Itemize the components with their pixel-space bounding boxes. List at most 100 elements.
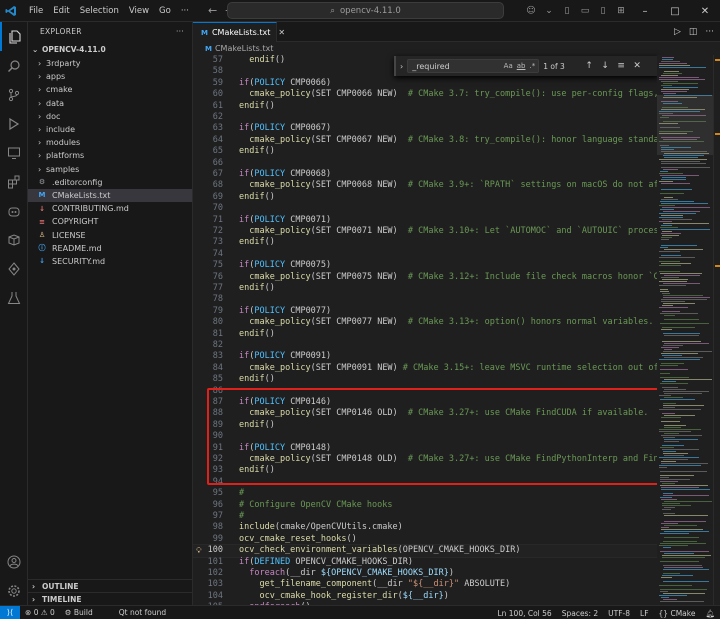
minimize-icon[interactable]: –	[630, 6, 660, 17]
code-line[interactable]: 71 if(POLICY CMP0071)	[193, 215, 657, 226]
lightbulb-icon[interactable]: 💡︎	[196, 545, 202, 556]
tree-folder[interactable]: › apps	[28, 70, 192, 83]
code-line[interactable]: 82	[193, 340, 657, 351]
menu-edit[interactable]: Edit	[48, 0, 74, 22]
minimap[interactable]	[657, 55, 713, 605]
code-line[interactable]: 66	[193, 158, 657, 169]
notifications-bell-icon[interactable]: 🔔︎	[700, 609, 720, 618]
tree-file[interactable]: ↓ SECURITY.md	[28, 255, 192, 268]
next-match-icon[interactable]: ↓	[599, 61, 611, 71]
customize-layout-icon[interactable]: ⊞	[612, 6, 630, 16]
code-line[interactable]: 101 if(DEFINED OPENCV_CMAKE_HOOKS_DIR)	[193, 557, 657, 568]
remote-explorer-icon[interactable]	[0, 138, 28, 167]
encoding[interactable]: UTF-8	[603, 609, 635, 618]
code-line[interactable]: 62	[193, 112, 657, 123]
match-case-toggle[interactable]: Aa	[504, 62, 513, 70]
code-line[interactable]: 69 endif()	[193, 192, 657, 203]
tree-file[interactable]: ↓ CONTRIBUTING.md	[28, 202, 192, 215]
code-line[interactable]: 97 #	[193, 511, 657, 522]
close-find-icon[interactable]: ✕	[631, 61, 643, 71]
code-line[interactable]: 72 cmake_policy(SET CMP0071 NEW) # CMake…	[193, 226, 657, 237]
toggle-sidebar-icon[interactable]: ▯	[558, 6, 576, 16]
previous-match-icon[interactable]: ↑	[583, 61, 595, 71]
tree-folder[interactable]: › include	[28, 123, 192, 136]
code-line[interactable]: 78	[193, 294, 657, 305]
code-line[interactable]: 67 if(POLICY CMP0068)	[193, 169, 657, 180]
close-tab-icon[interactable]: ✕	[278, 28, 285, 37]
command-center-search[interactable]: ⌕ opencv-4.11.0	[227, 2, 504, 19]
timeline-section[interactable]: › TIMELINE	[28, 592, 193, 605]
code-line[interactable]: 70	[193, 203, 657, 214]
copilot-chat-icon[interactable]	[0, 196, 28, 225]
source-control-icon[interactable]	[0, 80, 28, 109]
code-line[interactable]: 80 cmake_policy(SET CMP0077 NEW) # CMake…	[193, 317, 657, 328]
tab-cmakelists[interactable]: M CMakeLists.txt ✕	[193, 22, 285, 42]
code-line[interactable]: 85 endif()	[193, 374, 657, 385]
git-lens-icon[interactable]	[0, 254, 28, 283]
menu-selection[interactable]: Selection	[75, 0, 124, 22]
containers-icon[interactable]	[0, 225, 28, 254]
run-debug-icon[interactable]	[0, 109, 28, 138]
menu-file[interactable]: File	[24, 0, 48, 22]
code-line[interactable]: 84 cmake_policy(SET CMP0091 NEW) # CMake…	[193, 363, 657, 374]
vertical-scrollbar[interactable]	[713, 55, 720, 605]
tree-file[interactable]: ⓘ README.md	[28, 242, 192, 255]
split-editor-icon[interactable]: ◫	[689, 27, 698, 37]
tree-folder[interactable]: › cmake	[28, 83, 192, 96]
code-line[interactable]: 76 cmake_policy(SET CMP0075 NEW) # CMake…	[193, 272, 657, 283]
code-line[interactable]: 103 get_filename_component(__dir "${__di…	[193, 579, 657, 590]
maximize-icon[interactable]: □	[660, 6, 690, 17]
regex-toggle[interactable]: .*	[529, 62, 535, 70]
find-in-selection-icon[interactable]: ≡	[615, 61, 627, 71]
copilot-dropdown-icon[interactable]: ⌄	[540, 6, 558, 16]
cursor-position[interactable]: Ln 100, Col 56	[492, 609, 556, 618]
minimap-viewport[interactable]	[657, 95, 713, 155]
tree-file[interactable]: M CMakeLists.txt	[28, 188, 192, 203]
code-line[interactable]: 59 if(POLICY CMP0066)	[193, 78, 657, 89]
qt-status[interactable]: Qt not found	[114, 608, 171, 617]
explorer-more-icon[interactable]: ···	[176, 27, 184, 36]
back-arrow-icon[interactable]: ←	[208, 4, 217, 17]
whole-word-toggle[interactable]: ab	[517, 62, 526, 70]
code-line[interactable]: 95 #	[193, 488, 657, 499]
code-line[interactable]: 65 endif()	[193, 146, 657, 157]
outline-section[interactable]: › OUTLINE	[28, 579, 193, 592]
code-line[interactable]: 104 ocv_cmake_hook_register_dir(${__dir}…	[193, 591, 657, 602]
editor-more-icon[interactable]: ···	[705, 27, 714, 37]
language-mode[interactable]: {} CMake	[654, 609, 701, 618]
code-line[interactable]: 77 endif()	[193, 283, 657, 294]
code-line[interactable]: 75 if(POLICY CMP0075)	[193, 260, 657, 271]
toggle-panel-icon[interactable]: ▭	[576, 6, 594, 16]
breadcrumb-file[interactable]: CMakeLists.txt	[215, 44, 273, 53]
code-line[interactable]: 100 💡︎ ocv_check_environment_variables(OPE…	[193, 544, 657, 558]
code-line[interactable]: 64 cmake_policy(SET CMP0067 NEW) # CMake…	[193, 135, 657, 146]
code-line[interactable]: 61 endif()	[193, 101, 657, 112]
close-window-icon[interactable]: ✕	[690, 6, 720, 17]
build-button[interactable]: ⚙ Build	[60, 608, 98, 617]
copilot-icon[interactable]: ☺	[522, 6, 540, 16]
explorer-icon[interactable]	[0, 22, 28, 51]
testing-icon[interactable]	[0, 283, 28, 312]
code-line[interactable]: 98 include(cmake/OpenCVUtils.cmake)	[193, 522, 657, 533]
code-line[interactable]: 81 endif()	[193, 329, 657, 340]
tree-folder[interactable]: › modules	[28, 136, 192, 149]
code-line[interactable]: 74	[193, 249, 657, 260]
run-icon[interactable]: ▷	[674, 27, 681, 37]
toggle-replace-icon[interactable]: ›	[400, 62, 403, 71]
tree-file[interactable]: ≡ COPYRIGHT	[28, 215, 192, 228]
code-editor[interactable]: 57 endif() 58 59 if(POLICY CMP0066) 60 cmake…	[193, 55, 657, 605]
find-input[interactable]: _required Aa ab .*	[407, 59, 540, 73]
workspace-root[interactable]: ⌄ OPENCV-4.11.0	[28, 41, 192, 57]
tree-folder[interactable]: › doc	[28, 110, 192, 123]
manage-gear-icon[interactable]	[0, 576, 28, 605]
tree-folder[interactable]: › 3rdparty	[28, 57, 192, 70]
accounts-icon[interactable]	[0, 547, 28, 576]
tree-file[interactable]: ⚙ .editorconfig	[28, 176, 192, 189]
tree-folder[interactable]: › data	[28, 97, 192, 110]
menu-view[interactable]: View	[124, 0, 154, 22]
menu-more-icon[interactable]: ···	[176, 0, 194, 22]
code-line[interactable]: 73 endif()	[193, 237, 657, 248]
code-line[interactable]: 99 ocv_cmake_reset_hooks()	[193, 534, 657, 545]
tree-folder[interactable]: › platforms	[28, 149, 192, 162]
code-line[interactable]: 60 cmake_policy(SET CMP0066 NEW) # CMake…	[193, 89, 657, 100]
